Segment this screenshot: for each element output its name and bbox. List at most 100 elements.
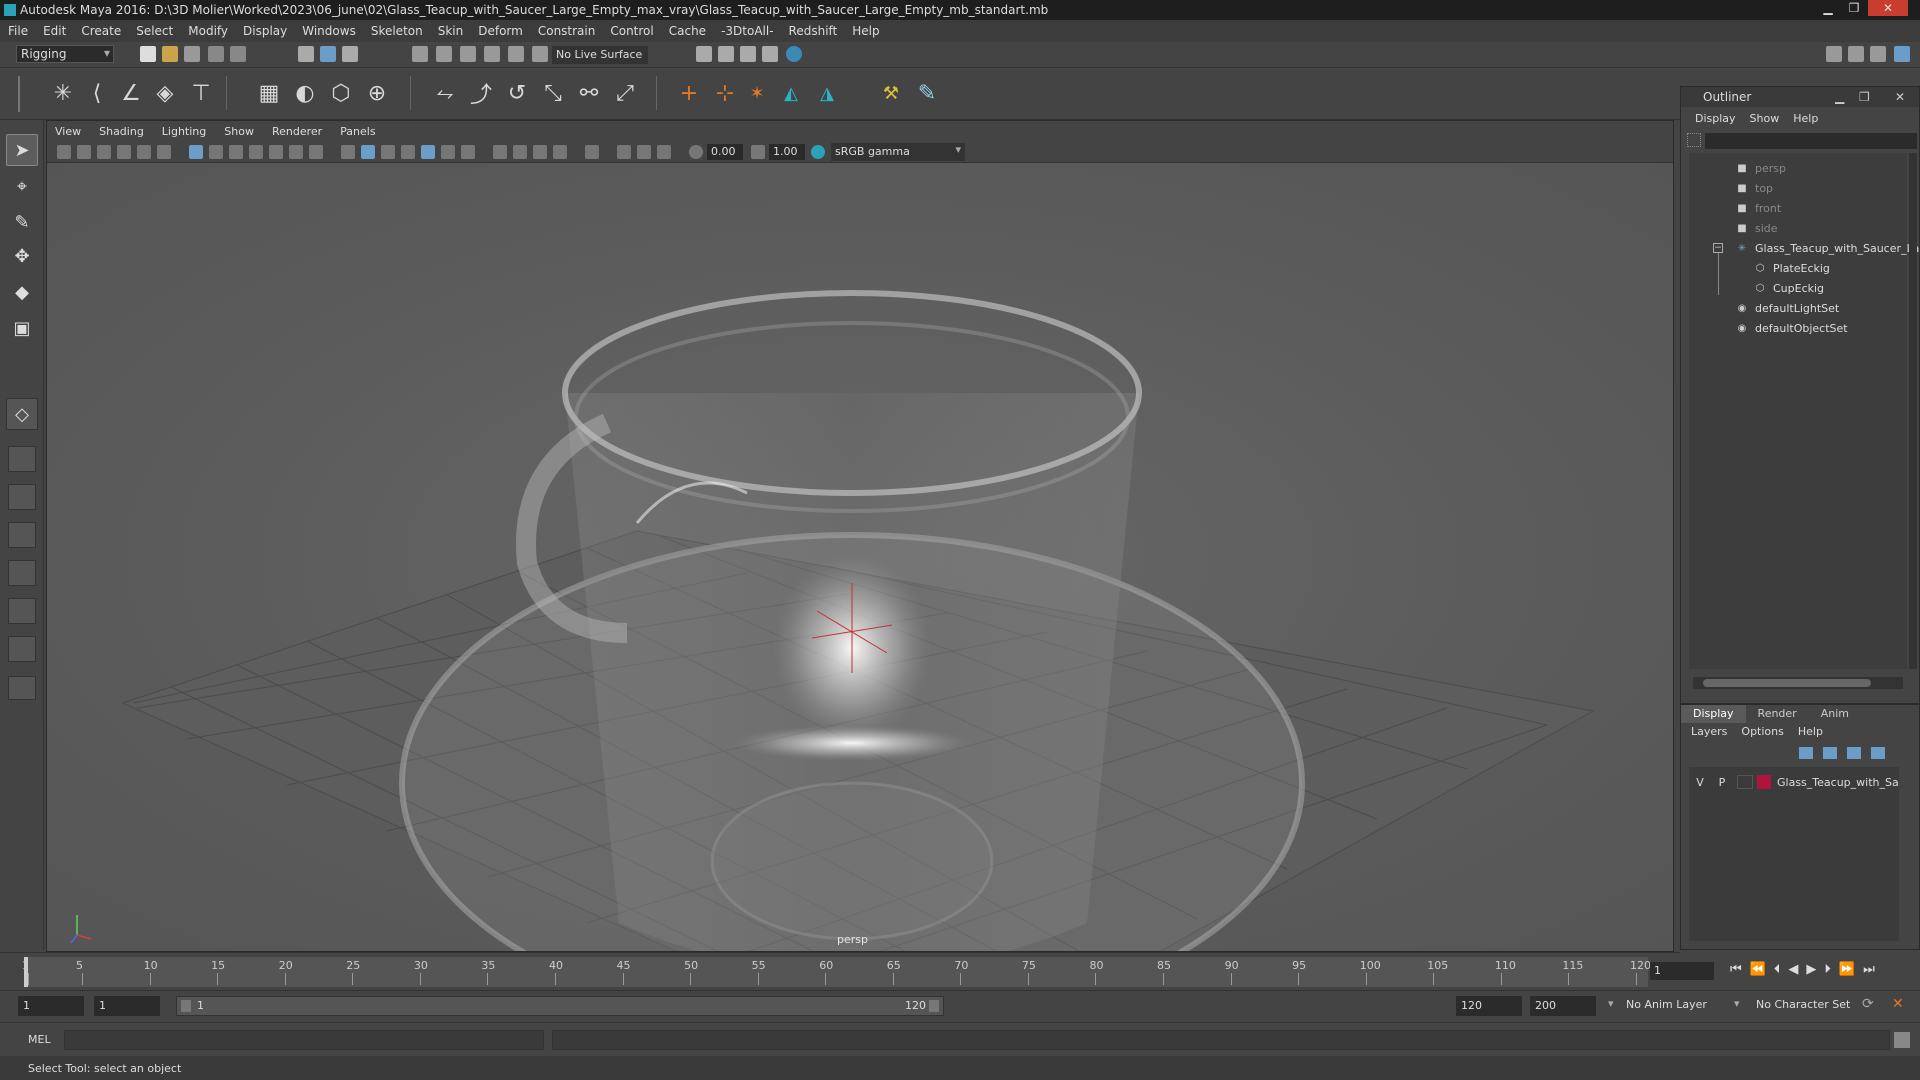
paint-select-tool-icon[interactable]: ✎ [6, 206, 38, 238]
anim-layer-dropdown[interactable]: No Anim Layer [1626, 998, 1707, 1011]
layout-options-icon[interactable] [8, 676, 36, 700]
persp-outliner-layout-icon[interactable] [8, 484, 36, 510]
outliner-menu-display[interactable]: Display [1695, 112, 1736, 125]
outliner-menu-help[interactable]: Help [1793, 112, 1818, 125]
gate-mask-icon[interactable] [249, 145, 263, 159]
range-end-handle[interactable] [929, 1000, 939, 1012]
shadows-icon[interactable] [461, 145, 475, 159]
outliner-item-lightset[interactable]: ◉ defaultLightSet [1735, 299, 1840, 317]
select-hierarchy-icon[interactable] [298, 46, 314, 62]
layer-menu-options[interactable]: Options [1741, 725, 1783, 738]
layer-visibility-toggle[interactable]: V [1689, 776, 1711, 789]
layer-color-swatch[interactable] [1757, 775, 1771, 789]
locator-icon[interactable]: + [674, 78, 704, 108]
menu-skin[interactable]: Skin [438, 24, 464, 38]
go-to-end-icon[interactable]: ⏭ [1863, 962, 1875, 977]
textured-icon[interactable] [421, 145, 435, 159]
auto-key-icon[interactable]: ⟳ [1862, 996, 1874, 1012]
uv-layout-icon[interactable] [8, 636, 36, 662]
time-slider[interactable]: 1 5 10 15 20 25 30 35 40 45 50 55 60 65 70 75 80 85 90 95 10… [0, 952, 1680, 988]
exposure-icon[interactable] [689, 145, 703, 159]
outliner-item-cup[interactable]: ⬡ CupEckig [1753, 279, 1824, 297]
viewport-menu-shading[interactable]: Shading [99, 125, 144, 138]
orient-joint-icon[interactable]: ⊤ [186, 78, 216, 108]
gamma-icon[interactable] [751, 145, 765, 159]
depth-of-field-icon[interactable] [553, 145, 567, 159]
camera-attributes-icon[interactable] [77, 145, 91, 159]
outliner-item-objectset[interactable]: ◉ defaultObjectSet [1735, 319, 1848, 337]
outliner-hscrollbar[interactable] [1693, 677, 1903, 689]
outliner-item-front[interactable]: ■ front [1735, 199, 1781, 217]
two-d-pan-icon[interactable] [137, 145, 151, 159]
playback-start-field[interactable]: 1 [94, 996, 160, 1016]
snap-surface-icon[interactable] [508, 46, 524, 62]
handle-icon[interactable]: ⊹ [710, 78, 740, 108]
wireframe-on-shaded-icon[interactable] [401, 145, 415, 159]
layer-menu-layers[interactable]: Layers [1691, 725, 1727, 738]
grease-pencil-icon[interactable] [157, 145, 171, 159]
step-forward-frame-icon[interactable]: ⏵ [1824, 962, 1831, 977]
go-to-start-icon[interactable]: ⏮ [1730, 962, 1742, 977]
new-layer-selected-icon[interactable] [1871, 747, 1885, 759]
select-object-icon[interactable] [320, 46, 336, 62]
gamma-field[interactable]: 1.00 [769, 144, 805, 160]
ik-handle-icon[interactable]: ⟨ [82, 78, 112, 108]
animation-prefs-icon[interactable]: ✕ [1892, 996, 1904, 1012]
rotate-tool-icon[interactable]: ◆ [6, 276, 38, 308]
outliner-maximize-icon[interactable]: ❐ [1859, 90, 1870, 104]
shelf-handle[interactable] [18, 76, 34, 112]
multisample-aa-icon[interactable] [533, 145, 547, 159]
tab-render[interactable]: Render [1746, 705, 1809, 723]
resolution-gate-icon[interactable] [229, 145, 243, 159]
image-plane-icon[interactable] [117, 145, 131, 159]
custom-layout-icon[interactable] [8, 598, 36, 624]
play-forwards-icon[interactable]: ▶ [1806, 962, 1816, 977]
outliner-vscrollbar[interactable] [1909, 153, 1917, 669]
play-backwards-icon[interactable]: ◀ [1788, 962, 1798, 977]
move-layer-down-icon[interactable] [1823, 747, 1837, 759]
menu-select[interactable]: Select [136, 24, 173, 38]
render-settings-icon[interactable] [762, 46, 778, 62]
viewport-menu-panels[interactable]: Panels [340, 125, 375, 138]
menu-set-dropdown[interactable]: Rigging [16, 45, 114, 63]
step-forward-key-icon[interactable]: ⏩ [1839, 962, 1855, 977]
xray-joints-icon[interactable] [657, 145, 671, 159]
layer-row[interactable]: V P Glass_Teacup_with_Sa [1689, 773, 1899, 791]
menu-display[interactable]: Display [243, 24, 287, 38]
redo-icon[interactable] [230, 46, 246, 62]
menu-constrain[interactable]: Constrain [538, 24, 596, 38]
menu-edit[interactable]: Edit [43, 24, 66, 38]
end-time-field[interactable]: 200 [1530, 996, 1596, 1016]
menu-skeleton[interactable]: Skeleton [371, 24, 423, 38]
current-frame-field[interactable]: 1 [1650, 962, 1714, 980]
command-input[interactable] [64, 1030, 544, 1050]
new-scene-icon[interactable] [140, 46, 156, 62]
four-view-layout-icon[interactable] [8, 446, 36, 472]
quick-rig-icon[interactable]: ⚒ [876, 78, 906, 108]
playback-end-field[interactable]: 120 [1456, 996, 1522, 1016]
outliner-close-icon[interactable]: ✕ [1895, 90, 1905, 104]
grid-toggle-icon[interactable] [189, 145, 203, 159]
minimize-icon[interactable]: ▁ [1816, 0, 1840, 16]
anim-layer-menu-icon[interactable]: ▾ [1734, 997, 1740, 1010]
persp-graph-layout-icon[interactable] [8, 522, 36, 548]
xray-icon[interactable] [617, 145, 631, 159]
move-layer-up-icon[interactable] [1799, 747, 1813, 759]
layer-name[interactable]: Glass_Teacup_with_Sa [1777, 776, 1899, 789]
step-back-frame-icon[interactable]: ⏴ [1774, 962, 1781, 977]
menu-redshift[interactable]: Redshift [789, 24, 838, 38]
modeling-toolkit-icon[interactable] [1826, 46, 1842, 62]
ipr-render-icon[interactable] [740, 46, 756, 62]
point-constraint-icon[interactable]: ⥊ [430, 78, 460, 108]
step-back-key-icon[interactable]: ⏪ [1750, 962, 1766, 977]
single-perspective-layout-icon[interactable]: ◇ [6, 398, 38, 430]
outliner-item-group[interactable]: ✳ Glass_Teacup_with_Saucer_Lar [1735, 239, 1920, 257]
render-frame-icon[interactable] [718, 46, 734, 62]
close-icon[interactable]: ✕ [1868, 0, 1908, 16]
outliner-item-top[interactable]: ■ top [1735, 179, 1773, 197]
maximize-icon[interactable]: ❐ [1842, 0, 1866, 16]
tab-anim[interactable]: Anim [1809, 705, 1861, 723]
menu-create[interactable]: Create [81, 24, 121, 38]
parent-constraint-icon[interactable]: ⚯ [574, 78, 604, 108]
range-menu-icon[interactable]: ▾ [1608, 997, 1614, 1010]
